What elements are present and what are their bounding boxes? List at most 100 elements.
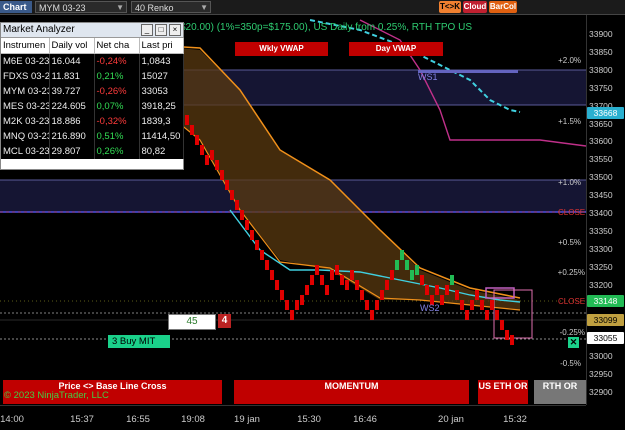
price-tick-label: 33500 — [589, 172, 613, 183]
renko-bar — [295, 300, 299, 310]
minimize-icon[interactable]: _ — [141, 24, 153, 36]
price-tick-label: 33800 — [589, 64, 613, 75]
renko-bar — [455, 290, 459, 300]
us-eth-or-label: US ETH OR — [478, 381, 528, 391]
price-tick-label: 33350 — [589, 225, 613, 236]
renko-bar — [230, 190, 234, 200]
table-row[interactable]: M6E 03-23 16.044 -0,24% 1,0843 — [1, 53, 184, 69]
column-header[interactable]: Instrumen — [1, 38, 50, 54]
bar-type-selector[interactable]: 40 Renko ▼ — [131, 1, 211, 13]
pct-label: +1.0% — [558, 178, 581, 187]
table-row[interactable]: MNQ 03-23 216.890 0,51% 11414,50 — [1, 129, 184, 144]
table-cell: 1,0843 — [139, 53, 184, 69]
renko-bar — [310, 275, 314, 285]
order-offset-field[interactable]: 45 — [168, 314, 216, 330]
column-header[interactable]: Net cha — [94, 38, 140, 54]
time-tick-label: 15:32 — [503, 414, 527, 425]
price-tick-label: 33400 — [589, 208, 613, 218]
table-row[interactable]: MYM 03-23 39.727 -0,26% 33053 — [1, 84, 184, 99]
renko-bar — [270, 270, 274, 280]
table-cell: -0,24% — [94, 53, 140, 69]
table-row[interactable]: FDXS 03-2 11.831 0,21% 15027 — [1, 69, 184, 84]
price-tick-label: 33300 — [589, 243, 613, 254]
renko-bar — [470, 300, 474, 310]
renko-bar — [200, 145, 204, 155]
chevron-down-icon: ▼ — [200, 3, 208, 12]
renko-bar — [280, 290, 284, 300]
table-row[interactable]: M2K 03-23 18.886 -0,32% 1839,3 — [1, 114, 184, 129]
time-tick-label: 15:37 — [70, 414, 94, 425]
momentum-label: MOMENTUM — [324, 381, 379, 391]
renko-bar — [390, 270, 394, 280]
chart-tab[interactable]: Chart — [0, 1, 32, 13]
rth-or-button[interactable]: RTH OR — [534, 380, 586, 404]
table-row[interactable]: MCL 03-23 29.807 0,26% 80,82 — [1, 144, 184, 159]
renko-bar — [420, 275, 424, 285]
wkly-vwap-button[interactable]: Wkly VWAP — [235, 42, 328, 56]
renko-bar — [370, 310, 374, 320]
close-price-marker: 33148 — [587, 295, 624, 307]
table-cell: 16.044 — [49, 53, 95, 69]
renko-bar — [235, 200, 239, 210]
price-tick-label: 33000 — [589, 351, 613, 362]
pct-label: -0.5% — [560, 359, 581, 368]
renko-bar — [320, 275, 324, 285]
pct-label: +2.0% — [558, 56, 581, 65]
table-cell: MYM 03-23 — [1, 84, 50, 99]
bar-type-label: 40 Renko — [135, 3, 174, 13]
table-cell: M2K 03-23 — [1, 114, 50, 129]
day-vwap-button[interactable]: Day VWAP — [349, 42, 443, 56]
renko-bar — [290, 310, 294, 320]
us-eth-or-button[interactable]: US ETH OR — [478, 380, 528, 404]
order-quantity-badge[interactable]: 4 — [218, 314, 231, 328]
pct-label: -0.25% — [559, 328, 585, 337]
renko-bar — [380, 290, 384, 300]
cancel-order-x-icon[interactable]: ✕ — [568, 337, 579, 348]
momentum-button[interactable]: MOMENTUM — [234, 380, 469, 404]
renko-bar — [435, 285, 439, 295]
tk-toggle-button[interactable]: T<>K — [439, 1, 461, 13]
renko-bar — [490, 300, 494, 310]
renko-bar — [190, 125, 194, 135]
column-header[interactable]: Daily vol — [49, 38, 95, 54]
pct-label: +0.25% — [557, 268, 585, 277]
price-tick-label: 33850 — [589, 46, 613, 57]
bid-price-marker: 33099 — [587, 314, 624, 326]
renko-bar — [315, 265, 319, 275]
market-analyzer-window[interactable]: Market Analyzer _ □ × Instrumen Daily vo… — [0, 22, 184, 170]
renko-bar — [250, 230, 254, 240]
last-price-marker: 33668 — [587, 107, 624, 119]
renko-bar — [185, 115, 189, 125]
renko-bar — [360, 290, 364, 300]
table-cell: 216.890 — [49, 129, 95, 144]
market-analyzer-table: Instrumen Daily vol Net cha Last pri M6E… — [1, 38, 184, 159]
market-analyzer-titlebar[interactable]: Market Analyzer _ □ × — [1, 23, 183, 38]
table-cell: FDXS 03-2 — [1, 69, 50, 84]
time-tick-label: 15:30 — [297, 414, 321, 425]
renko-bar — [330, 270, 334, 280]
renko-bar — [510, 335, 514, 345]
maximize-icon[interactable]: □ — [155, 24, 167, 36]
renko-bar — [215, 160, 219, 170]
renko-bar — [475, 290, 479, 300]
renko-bar — [480, 300, 484, 310]
table-cell: 29.807 — [49, 144, 95, 159]
instrument-selector[interactable]: MYM 03-23 ▼ — [35, 1, 127, 13]
cloud-toggle-button[interactable]: Cloud — [463, 1, 487, 13]
buy-mit-order[interactable]: 3 Buy MIT — [108, 335, 170, 348]
time-tick-label: 20 jan — [438, 414, 464, 425]
close-icon[interactable]: × — [169, 24, 181, 36]
time-axis[interactable]: 14:00 15:37 16:55 19:08 19 jan 15:30 16:46 20 j… — [0, 405, 586, 430]
instrument-label: MYM 03-23 — [39, 3, 86, 13]
price-axis[interactable]: 33900 33850 33800 33750 33700 33650 33600 33550… — [586, 15, 625, 405]
barcol-toggle-button[interactable]: BarCol — [489, 1, 517, 13]
renko-bar — [450, 275, 454, 285]
renko-bar — [300, 295, 304, 305]
renko-bar — [355, 280, 359, 290]
table-row[interactable]: MES 03-23 224.605 0,07% 3918,25 — [1, 99, 184, 114]
table-cell: MCL 03-23 — [1, 144, 50, 159]
table-cell: MNQ 03-23 — [1, 129, 50, 144]
price-tick-label: 32900 — [589, 387, 613, 397]
time-tick-label: 16:46 — [353, 414, 377, 425]
column-header[interactable]: Last pri — [139, 38, 184, 54]
